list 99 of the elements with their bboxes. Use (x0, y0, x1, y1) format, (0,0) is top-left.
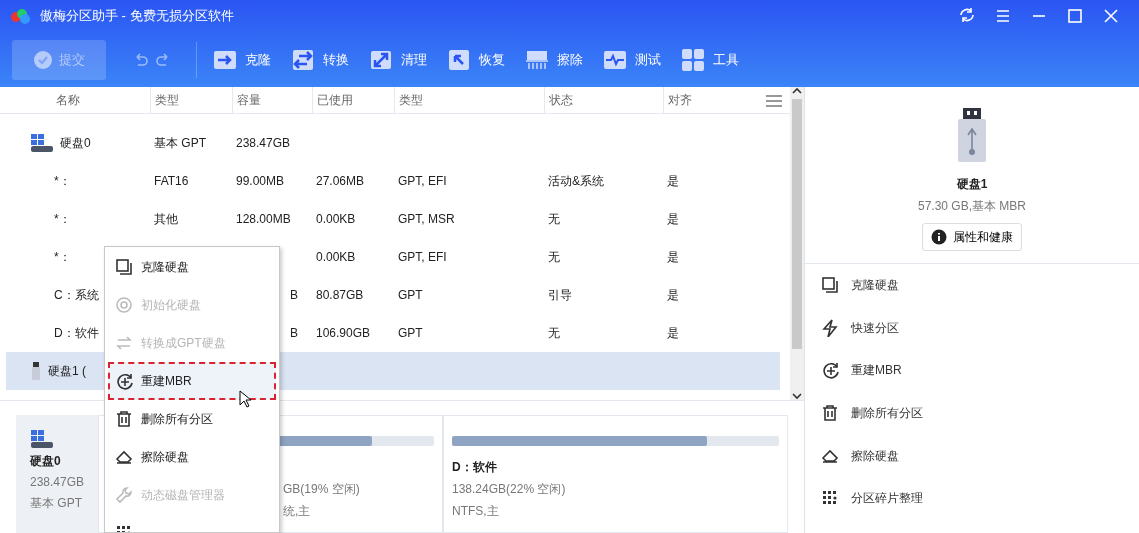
table-cell: 无 (548, 212, 560, 226)
logo-icon (10, 8, 32, 24)
toolbar-button[interactable]: 测试 (593, 39, 671, 80)
column-header[interactable]: 容量 (232, 87, 312, 114)
menu-item[interactable]: 克隆硬盘 (105, 248, 279, 286)
column-header[interactable]: 对齐 (663, 87, 739, 114)
action-item[interactable]: 擦除硬盘 (805, 434, 1139, 477)
table-cell: FAT16 (154, 174, 189, 188)
table-cell: GPT (398, 326, 423, 340)
toolbar-button[interactable]: 工具 (671, 39, 749, 80)
trash-icon (115, 410, 133, 428)
table-cell: 是 (667, 250, 679, 264)
table-cell-text: *： (54, 173, 71, 190)
table-cell: GPT, EFI (398, 174, 447, 188)
table-cell-text: 硬盘1 ( (48, 363, 86, 380)
table-cell: 基本 GPT (154, 136, 206, 150)
menu-item[interactable]: 重建MBR (108, 362, 276, 400)
action-item[interactable]: 快速分区 (805, 306, 1139, 350)
table-cell: 0.00KB (316, 250, 356, 264)
table-cell: 80.87GB (316, 288, 364, 302)
action-item[interactable]: 重建MBR (805, 349, 1139, 392)
partition-info: 138.24GB(22% 空闲) (452, 481, 567, 498)
cursor-icon (239, 390, 251, 408)
table-cell: GPT, MSR (398, 212, 455, 226)
menu-item[interactable]: 删除所有分区 (105, 400, 279, 438)
toolbar-button[interactable]: 清理 (359, 39, 437, 80)
table-cell: 是 (667, 288, 679, 302)
trash-icon (821, 404, 839, 423)
plus-circle-icon (821, 361, 839, 380)
usb-drive-icon (30, 361, 42, 381)
table-cell: 106.90GB (316, 326, 371, 340)
table-cell: 是 (667, 326, 679, 340)
disk-name: 硬盘1 (956, 176, 988, 193)
plus-circle-icon (115, 372, 133, 390)
check-icon (33, 49, 53, 70)
toolbar-button[interactable]: 转换 (281, 39, 359, 80)
disk-icon (30, 429, 54, 449)
table-cell-text: *： (54, 211, 71, 228)
table-cell-text: 硬盘0 (60, 135, 91, 152)
table-cell: B (290, 326, 298, 340)
disk-icon (30, 133, 54, 153)
scrollbar-thumb[interactable] (792, 99, 802, 349)
table-cell-text: *： (54, 249, 71, 266)
scroll-up-icon (792, 87, 802, 95)
lightning-icon (821, 318, 839, 337)
properties-button[interactable]: 属性和健康 (922, 223, 1022, 251)
action-item[interactable]: 分区碎片整理 (805, 476, 1139, 520)
action-item[interactable]: 克隆硬盘 (805, 264, 1139, 307)
maximize-icon[interactable] (1065, 6, 1085, 26)
toolbar-button[interactable]: 克隆 (203, 39, 281, 80)
column-header[interactable]: 状态 (544, 87, 663, 114)
partition-info: NTFS,主 (452, 503, 500, 520)
table-cell: 238.47GB (236, 136, 291, 150)
table-cell-text: D：软件 (54, 325, 99, 342)
eraser-icon (115, 448, 133, 466)
window-title: 傲梅分区助手 - 免费无损分区软件 (40, 7, 234, 26)
table-cell: 无 (548, 250, 560, 264)
disc-icon (115, 296, 133, 314)
toolbar-button[interactable]: 恢复 (437, 39, 515, 80)
partition-info: GB(19% 空闲) (283, 481, 361, 498)
scroll-down-icon (792, 392, 802, 400)
table-cell: 活动&系统 (548, 174, 604, 188)
column-header[interactable]: 已使用 (312, 87, 394, 114)
table-cell: GPT (398, 288, 423, 302)
table-cell: 128.00MB (236, 212, 291, 226)
copy-icon (115, 258, 133, 276)
disk-name: 硬盘0 (30, 453, 62, 470)
copy-icon (821, 276, 839, 295)
table-cell: GPT, EFI (398, 250, 447, 264)
grid-icon (681, 47, 705, 72)
table-cell: 0.00KB (316, 212, 356, 226)
usb-drive-icon (957, 107, 987, 163)
table-cell: 引导 (548, 288, 572, 302)
column-header[interactable]: 类型 (150, 87, 232, 114)
menu-item[interactable]: 擦除硬盘 (105, 438, 279, 476)
wrench-icon (115, 486, 133, 504)
swap-icon (115, 334, 133, 352)
table-cell: 无 (548, 326, 560, 340)
convert-icon (291, 47, 315, 72)
table-cell: B (290, 288, 298, 302)
column-header[interactable]: 类型 (394, 87, 544, 114)
toolbar-button[interactable]: 擦除 (515, 39, 593, 80)
disk-info: 57.30 GB,基本 MBR (917, 198, 1026, 215)
partition-name: D：软件 (452, 459, 498, 476)
partition-info: 统,主 (283, 503, 312, 520)
table-cell-text: C：系统 (54, 287, 99, 304)
disk-info: 基本 GPT (30, 495, 83, 512)
columns-icon[interactable] (766, 94, 782, 107)
disk-info: 238.47GB (30, 474, 84, 491)
table-cell: 其他 (154, 212, 178, 226)
table-cell: 是 (667, 212, 679, 226)
partition-card[interactable]: D：软件 138.24GB(22% 空闲) NTFS,主 (443, 415, 788, 533)
table-cell: 99.00MB (236, 174, 285, 188)
table-cell: 是 (667, 174, 679, 188)
column-header[interactable]: 名称 (0, 87, 150, 114)
disk-card[interactable]: 硬盘0 238.47GB 基本 GPT (16, 415, 98, 533)
action-item[interactable]: 删除所有分区 (805, 391, 1139, 435)
info-icon (931, 229, 947, 245)
table-cell: 27.06MB (316, 174, 365, 188)
